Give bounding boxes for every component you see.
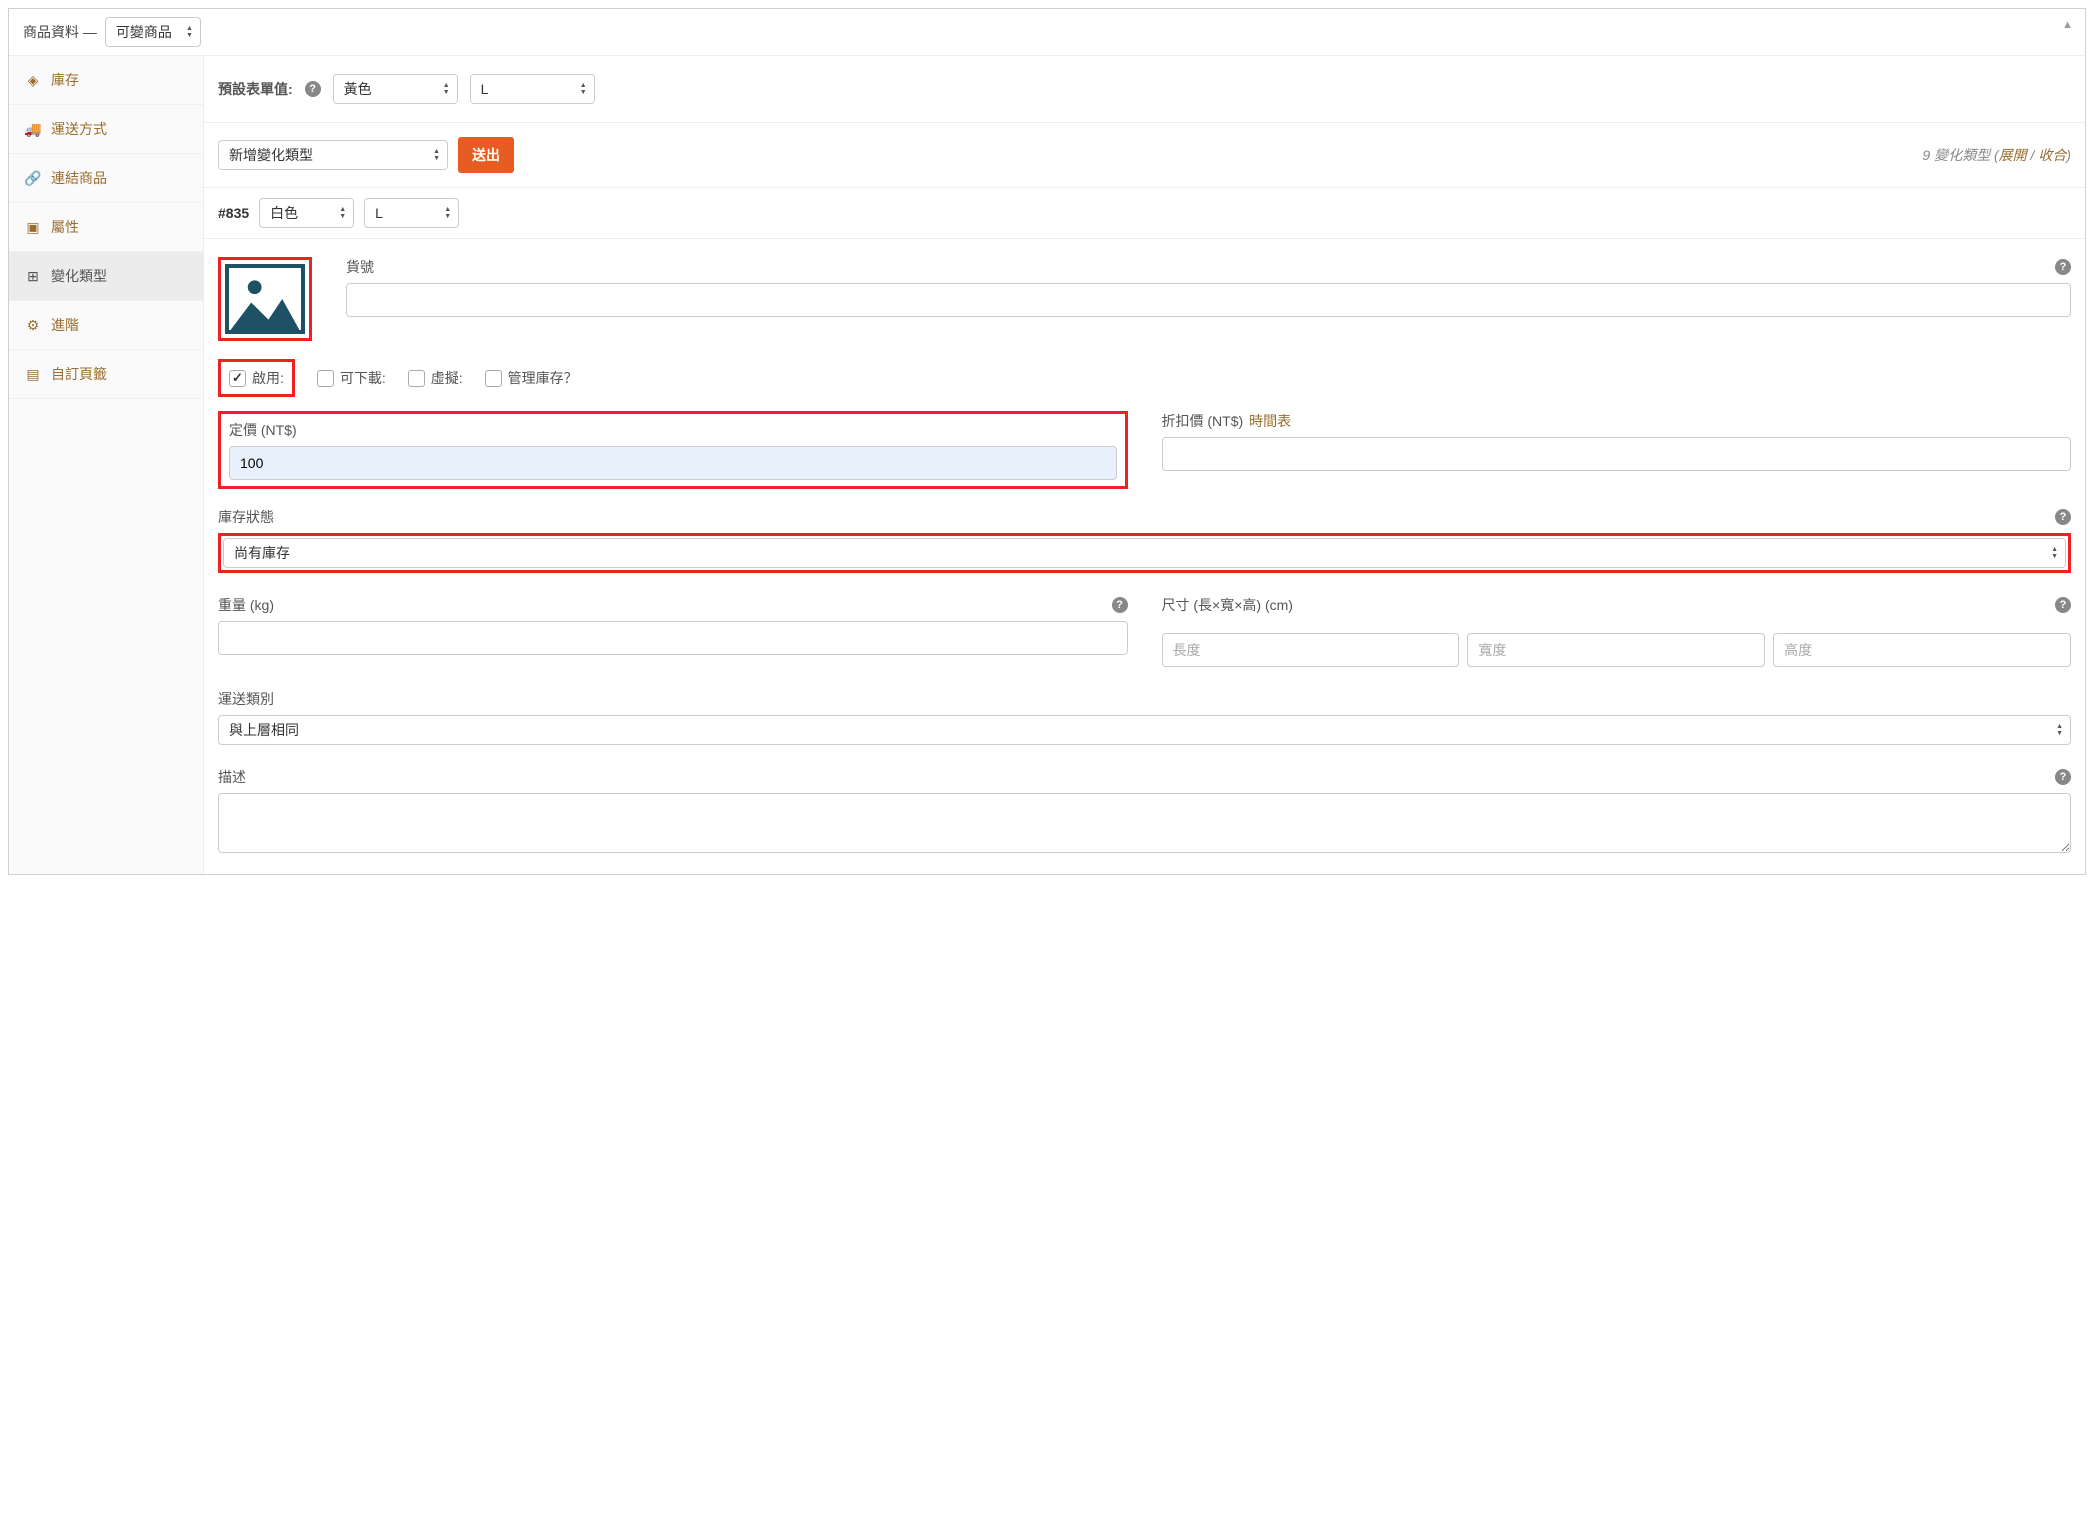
sale-price-label: 折扣價 (NT$) 時間表 [1162, 411, 2072, 431]
enable-checkbox[interactable] [229, 370, 246, 387]
variation-header[interactable]: #835 白色 L [204, 188, 2085, 239]
action-row: 新增變化類型 送出 9 變化類型 (展開 / 收合) [204, 123, 2085, 188]
help-icon[interactable]: ? [2055, 597, 2071, 613]
truck-icon: 🚚 [25, 121, 41, 138]
panel-title: 商品資料 — [23, 22, 97, 42]
image-highlight [218, 257, 312, 341]
help-icon[interactable]: ? [2055, 259, 2071, 275]
downloadable-checkbox[interactable] [317, 370, 334, 387]
regular-price-label: 定價 (NT$) [229, 420, 1117, 440]
price-highlight: 定價 (NT$) [218, 411, 1128, 489]
main-content: 預設表單值: ? 黃色 L 新增變化類 [204, 56, 2085, 874]
variation-body: 貨號 ? 啟用: 可下載: [204, 239, 2085, 874]
height-input[interactable] [1773, 633, 2071, 667]
sidebar-item-label: 運送方式 [51, 119, 107, 139]
variation-image-placeholder[interactable] [225, 264, 305, 334]
sidebar-item-inventory[interactable]: ◈ 庫存 [9, 56, 203, 105]
enable-checkbox-group[interactable]: 啟用: [229, 368, 284, 388]
checkbox-row: 啟用: 可下載: 虛擬: 管理庫存？ [218, 359, 2071, 397]
collapse-link[interactable]: 收合 [2038, 147, 2066, 163]
manage-stock-checkbox-group[interactable]: 管理庫存？ [485, 368, 578, 388]
product-type-select-wrap: 可變商品 [105, 17, 201, 47]
length-input[interactable] [1162, 633, 1460, 667]
help-icon[interactable]: ? [305, 81, 321, 97]
virtual-checkbox-group[interactable]: 虛擬: [408, 368, 463, 388]
dimensions-label: 尺寸 (長×寬×高) (cm) ? [1162, 595, 2072, 615]
link-icon: 🔗 [25, 170, 41, 187]
sidebar: ◈ 庫存 🚚 運送方式 🔗 連結商品 ▣ 屬性 ⊞ 變化類型 ⚙ 進階 [9, 56, 204, 874]
shipping-class-label: 運送類別 [218, 689, 2071, 709]
variation-color-select[interactable]: 白色 [259, 198, 354, 228]
stock-status-label: 庫存狀態 ? [218, 507, 2071, 527]
stock-highlight: 尚有庫存 [218, 533, 2071, 573]
sidebar-item-shipping[interactable]: 🚚 運送方式 [9, 105, 203, 154]
regular-price-input[interactable] [229, 446, 1117, 480]
defaults-label: 預設表單值: [218, 79, 293, 99]
sidebar-item-label: 連結商品 [51, 168, 107, 188]
variation-size-select[interactable]: L [364, 198, 459, 228]
product-type-select[interactable]: 可變商品 [105, 17, 201, 47]
image-icon [229, 268, 301, 330]
weight-label: 重量 (kg) ? [218, 595, 1128, 615]
sidebar-item-variations[interactable]: ⊞ 變化類型 [9, 252, 203, 301]
virtual-checkbox[interactable] [408, 370, 425, 387]
gear-icon: ⚙ [25, 317, 41, 334]
sale-price-input[interactable] [1162, 437, 2072, 471]
collapse-toggle[interactable]: ▲ [2062, 19, 2073, 31]
sidebar-item-label: 自訂頁籤 [51, 364, 107, 384]
expand-link[interactable]: 展開 [1999, 147, 2027, 163]
variation-action-select[interactable]: 新增變化類型 [218, 140, 448, 170]
sidebar-item-label: 屬性 [51, 217, 79, 237]
sidebar-item-linked[interactable]: 🔗 連結商品 [9, 154, 203, 203]
default-size-select[interactable]: L [470, 74, 595, 104]
downloadable-checkbox-group[interactable]: 可下載: [317, 368, 386, 388]
manage-stock-checkbox[interactable] [485, 370, 502, 387]
variation-id: #835 [218, 205, 249, 221]
help-icon[interactable]: ? [1112, 597, 1128, 613]
variation-summary: 9 變化類型 (展開 / 收合) [1922, 145, 2071, 165]
submit-button[interactable]: 送出 [458, 137, 514, 173]
sku-input[interactable] [346, 283, 2071, 317]
stock-status-select[interactable]: 尚有庫存 [223, 538, 2066, 568]
help-icon[interactable]: ? [2055, 509, 2071, 525]
description-textarea[interactable] [218, 793, 2071, 853]
sidebar-item-custom-tabs[interactable]: ▤ 自訂頁籤 [9, 350, 203, 399]
sidebar-item-attributes[interactable]: ▣ 屬性 [9, 203, 203, 252]
sku-label: 貨號 ? [346, 257, 2071, 277]
sidebar-item-label: 進階 [51, 315, 79, 335]
card-icon: ▣ [25, 219, 41, 236]
shipping-class-select[interactable]: 與上層相同 [218, 715, 2071, 745]
grid-icon: ⊞ [25, 268, 41, 285]
defaults-row: 預設表單值: ? 黃色 L [204, 56, 2085, 123]
sidebar-item-label: 變化類型 [51, 266, 107, 286]
enable-highlight: 啟用: [218, 359, 295, 397]
panel-header: 商品資料 — 可變商品 ▲ [9, 9, 2085, 56]
sidebar-item-label: 庫存 [51, 70, 79, 90]
weight-input[interactable] [218, 621, 1128, 655]
width-input[interactable] [1467, 633, 1765, 667]
schedule-link[interactable]: 時間表 [1249, 411, 1291, 431]
tag-icon: ◈ [25, 72, 41, 89]
bookmark-icon: ▤ [25, 366, 41, 383]
default-color-select[interactable]: 黃色 [333, 74, 458, 104]
description-label: 描述 ? [218, 767, 2071, 787]
product-data-panel: 商品資料 — 可變商品 ▲ ◈ 庫存 🚚 運送方式 🔗 連結商品 ▣ [8, 8, 2086, 875]
sidebar-item-advanced[interactable]: ⚙ 進階 [9, 301, 203, 350]
help-icon[interactable]: ? [2055, 769, 2071, 785]
